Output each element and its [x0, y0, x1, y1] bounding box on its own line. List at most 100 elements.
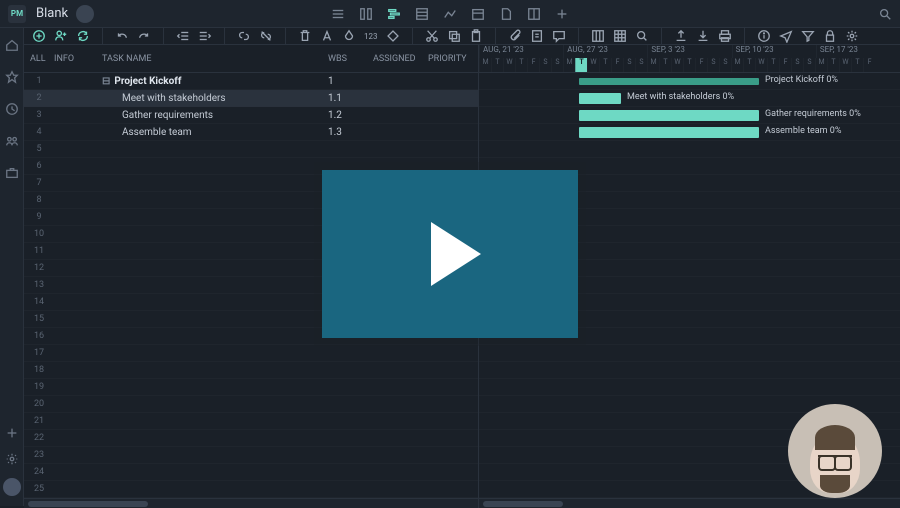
empty-row[interactable]: 24: [24, 464, 478, 481]
color-icon[interactable]: [342, 29, 356, 43]
add-user-icon[interactable]: [54, 29, 68, 43]
gantt-row[interactable]: [479, 141, 900, 158]
columns-icon[interactable]: [591, 29, 605, 43]
day-label: M: [815, 58, 827, 72]
comment-icon[interactable]: [552, 29, 566, 43]
add-task-icon[interactable]: [32, 29, 46, 43]
app-logo[interactable]: PM: [8, 5, 26, 23]
filter-icon[interactable]: [801, 29, 815, 43]
day-label: W: [755, 58, 767, 72]
empty-row[interactable]: 22: [24, 430, 478, 447]
day-label: W: [671, 58, 683, 72]
week-label: AUG, 27 '23: [563, 45, 647, 58]
import-icon[interactable]: [696, 29, 710, 43]
sheet-view-icon[interactable]: [415, 7, 429, 21]
file-view-icon[interactable]: [499, 7, 513, 21]
undo-icon[interactable]: [115, 29, 129, 43]
list-view-icon[interactable]: [331, 7, 345, 21]
unlink-icon[interactable]: [259, 29, 273, 43]
empty-row[interactable]: 18: [24, 362, 478, 379]
empty-row[interactable]: 17: [24, 345, 478, 362]
cut-icon[interactable]: [425, 29, 439, 43]
indent-icon[interactable]: [198, 29, 212, 43]
gantt-bar[interactable]: [579, 78, 759, 85]
workload-view-icon[interactable]: [443, 7, 457, 21]
calendar-view-icon[interactable]: [471, 7, 485, 21]
gantt-row[interactable]: [479, 362, 900, 379]
briefcase-icon[interactable]: [5, 166, 19, 180]
empty-row[interactable]: 20: [24, 396, 478, 413]
paste-icon[interactable]: [469, 29, 483, 43]
outdent-icon[interactable]: [176, 29, 190, 43]
gantt-row[interactable]: [479, 379, 900, 396]
empty-row[interactable]: 23: [24, 447, 478, 464]
link-icon[interactable]: [237, 29, 251, 43]
info-icon[interactable]: [757, 29, 771, 43]
gantt-row[interactable]: Assemble team 0%: [479, 124, 900, 141]
send-icon[interactable]: [779, 29, 793, 43]
export-icon[interactable]: [674, 29, 688, 43]
clock-icon[interactable]: [5, 102, 19, 116]
add-icon[interactable]: [5, 426, 19, 440]
star-icon[interactable]: [5, 70, 19, 84]
video-play-overlay[interactable]: [322, 170, 578, 338]
search-icon[interactable]: [878, 7, 892, 21]
project-avatar[interactable]: [76, 5, 94, 23]
task-row[interactable]: 4Assemble team1.3: [24, 124, 478, 141]
task-row[interactable]: 2Meet with stakeholders1.1: [24, 90, 478, 107]
gantt-bar[interactable]: [579, 127, 759, 138]
play-icon: [431, 222, 481, 286]
note-icon[interactable]: [530, 29, 544, 43]
task-row[interactable]: 1⊟Project Kickoff1: [24, 73, 478, 90]
project-title[interactable]: Blank: [36, 6, 68, 21]
gantt-view-icon[interactable]: [387, 7, 401, 21]
lock-icon[interactable]: [823, 29, 837, 43]
gear-icon[interactable]: [845, 29, 859, 43]
empty-row[interactable]: 5: [24, 141, 478, 158]
gantt-scrollbar[interactable]: [479, 498, 900, 508]
panel-view-icon[interactable]: [527, 7, 541, 21]
task-scrollbar[interactable]: [24, 498, 478, 508]
topbar: PM Blank: [0, 0, 900, 28]
gantt-row[interactable]: Meet with stakeholders 0%: [479, 90, 900, 107]
add-view-icon[interactable]: [555, 7, 569, 21]
day-label: F: [863, 58, 875, 72]
print-icon[interactable]: [718, 29, 732, 43]
col-info[interactable]: INFO: [54, 54, 94, 64]
gantt-bar[interactable]: [579, 110, 759, 121]
empty-row[interactable]: 25: [24, 481, 478, 498]
empty-row[interactable]: 19: [24, 379, 478, 396]
col-name[interactable]: TASK NAME: [94, 54, 328, 64]
gantt-row[interactable]: Project Kickoff 0%: [479, 73, 900, 90]
number-label[interactable]: 123: [364, 29, 378, 43]
people-icon[interactable]: [5, 134, 19, 148]
gantt-row[interactable]: Gather requirements 0%: [479, 107, 900, 124]
trash-icon[interactable]: [298, 29, 312, 43]
day-label: S: [719, 58, 731, 72]
redo-icon[interactable]: [137, 29, 151, 43]
zoom-icon[interactable]: [635, 29, 649, 43]
copy-icon[interactable]: [447, 29, 461, 43]
user-avatar[interactable]: [3, 478, 21, 496]
diamond-icon[interactable]: [386, 29, 400, 43]
col-assigned[interactable]: ASSIGNED: [373, 54, 428, 64]
empty-row[interactable]: 21: [24, 413, 478, 430]
refresh-icon[interactable]: [76, 29, 90, 43]
grid-icon[interactable]: [613, 29, 627, 43]
settings-icon[interactable]: [5, 452, 19, 466]
attach-icon[interactable]: [508, 29, 522, 43]
board-view-icon[interactable]: [359, 7, 373, 21]
col-priority[interactable]: PRIORITY: [428, 54, 478, 64]
task-row[interactable]: 3Gather requirements1.2: [24, 107, 478, 124]
day-label: F: [611, 58, 623, 72]
home-icon[interactable]: [5, 38, 19, 52]
gantt-bar[interactable]: [579, 93, 621, 104]
col-wbs[interactable]: WBS: [328, 54, 373, 64]
text-format-icon[interactable]: [320, 29, 334, 43]
gantt-row[interactable]: [479, 345, 900, 362]
timeline-header: AUG, 21 '23AUG, 27 '23SEP, 3 '23SEP, 10 …: [479, 45, 900, 73]
col-all[interactable]: ALL: [24, 54, 54, 64]
week-label: AUG, 21 '23: [479, 45, 563, 58]
day-label: T: [851, 58, 863, 72]
day-label: M: [563, 58, 575, 72]
